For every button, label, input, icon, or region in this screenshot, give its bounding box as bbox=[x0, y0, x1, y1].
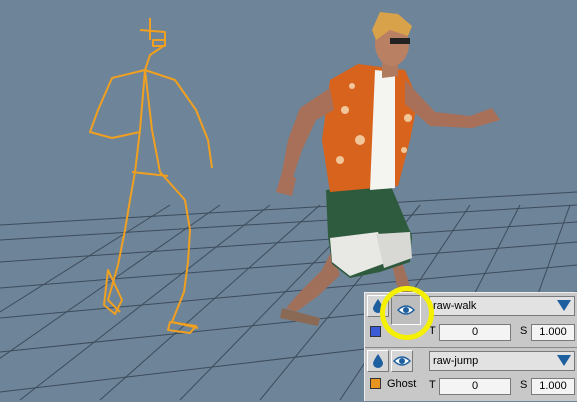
clip-name-dropdown[interactable]: raw-jump bbox=[429, 351, 575, 371]
track-raw-jump: Ghost raw-jump T 0 S 1.000 bbox=[365, 347, 577, 402]
scale-field[interactable]: 1.000 bbox=[531, 378, 575, 395]
s-label: S bbox=[520, 325, 528, 337]
ghost-skeleton bbox=[89, 18, 213, 334]
track-raw-walk: raw-walk T 0 S 1.000 bbox=[365, 293, 577, 347]
source-toggle-button[interactable] bbox=[367, 350, 389, 372]
ghost-label: Ghost bbox=[387, 378, 417, 390]
water-drop-icon bbox=[373, 354, 383, 368]
t-label: T bbox=[429, 379, 436, 391]
time-offset-field[interactable]: 0 bbox=[439, 378, 511, 395]
time-offset-field[interactable]: 0 bbox=[439, 324, 511, 341]
s-label: S bbox=[520, 379, 528, 391]
clip-track-panel: raw-walk T 0 S 1.000 Ghost raw-jump T 0 … bbox=[364, 292, 577, 401]
character-model bbox=[276, 12, 500, 326]
source-toggle-button[interactable] bbox=[367, 295, 389, 317]
t-label: T bbox=[429, 325, 436, 337]
clip-name-label: raw-walk bbox=[433, 300, 477, 312]
ghost-toggle-button[interactable] bbox=[391, 295, 421, 325]
eye-icon bbox=[397, 305, 415, 315]
clip-name-label: raw-jump bbox=[433, 355, 479, 367]
clip-name-dropdown[interactable]: raw-walk bbox=[429, 296, 575, 316]
track-color-swatch[interactable] bbox=[370, 326, 381, 337]
water-drop-icon bbox=[373, 299, 383, 313]
track-color-swatch[interactable] bbox=[370, 378, 381, 389]
eye-icon bbox=[393, 356, 411, 366]
ghost-toggle-button[interactable] bbox=[391, 350, 413, 372]
triangle-down-icon bbox=[557, 300, 571, 311]
scale-field[interactable]: 1.000 bbox=[531, 324, 575, 341]
triangle-down-icon bbox=[557, 355, 571, 366]
